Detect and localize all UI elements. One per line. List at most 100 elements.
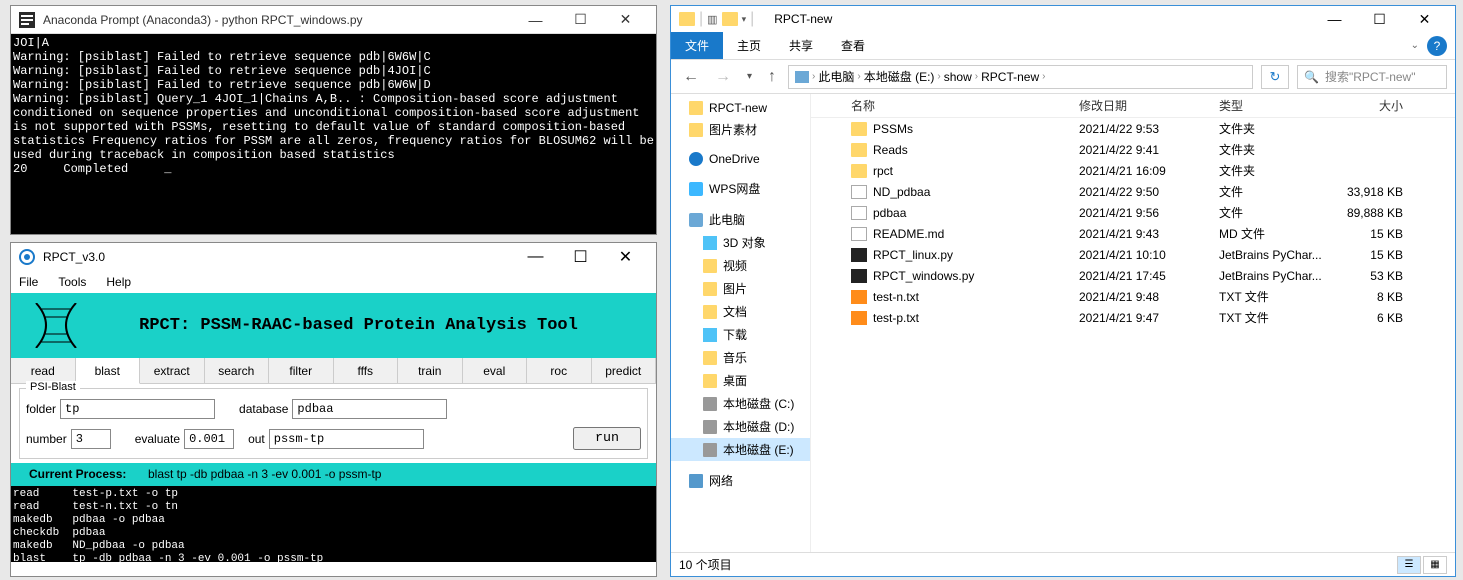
sidebar-item[interactable]: 本地磁盘 (E:) [671, 438, 810, 461]
chevron-right-icon[interactable]: › [1042, 71, 1045, 82]
folder-icon[interactable] [722, 12, 738, 26]
folder-input[interactable] [60, 399, 215, 419]
file-row[interactable]: test-p.txt2021/4/21 9:47TXT 文件6 KB [811, 307, 1455, 328]
tab-roc[interactable]: roc [527, 358, 592, 383]
terminal-title: Anaconda Prompt (Anaconda3) - python RPC… [43, 13, 513, 27]
file-row[interactable]: Reads2021/4/22 9:41文件夹 [811, 139, 1455, 160]
sidebar-item[interactable]: 本地磁盘 (C:) [671, 392, 810, 415]
menu-help[interactable]: Help [106, 275, 131, 289]
terminal-output[interactable]: JOI|A Warning: [psiblast] Failed to retr… [11, 34, 656, 234]
breadcrumb-segment[interactable]: RPCT-new [981, 70, 1039, 84]
breadcrumb-segment[interactable]: 此电脑 [818, 68, 854, 85]
tab-search[interactable]: search [205, 358, 270, 383]
database-input[interactable] [292, 399, 447, 419]
ribbon-view-tab[interactable]: 查看 [827, 32, 879, 59]
sidebar-item[interactable]: 桌面 [671, 369, 810, 392]
file-row[interactable]: ND_pdbaa2021/4/22 9:50文件33,918 KB [811, 181, 1455, 202]
sidebar-item[interactable]: 下载 [671, 323, 810, 346]
anaconda-terminal-window: Anaconda Prompt (Anaconda3) - python RPC… [10, 5, 657, 235]
file-row[interactable]: RPCT_windows.py2021/4/21 17:45JetBrains … [811, 265, 1455, 286]
breadcrumb-segment[interactable]: show [944, 70, 972, 84]
number-input[interactable] [71, 429, 111, 449]
evaluate-input[interactable] [184, 429, 234, 449]
file-row[interactable]: pdbaa2021/4/21 9:56文件89,888 KB [811, 202, 1455, 223]
sidebar-item[interactable]: 文档 [671, 300, 810, 323]
file-row[interactable]: RPCT_linux.py2021/4/21 10:10JetBrains Py… [811, 244, 1455, 265]
qat-dropdown-icon[interactable]: ▾ [742, 14, 747, 25]
file-name: README.md [873, 227, 944, 241]
chevron-right-icon[interactable]: › [857, 71, 860, 82]
file-row[interactable]: test-n.txt2021/4/21 9:48TXT 文件8 KB [811, 286, 1455, 307]
folder-icon [703, 259, 717, 273]
col-name-header[interactable]: 名称 [811, 97, 1071, 114]
help-button[interactable]: ? [1427, 36, 1447, 56]
chevron-right-icon[interactable]: › [812, 71, 815, 82]
file-row[interactable]: README.md2021/4/21 9:43MD 文件15 KB [811, 223, 1455, 244]
maximize-button[interactable]: ☐ [558, 243, 603, 271]
icons-view-button[interactable]: ▦ [1423, 556, 1447, 574]
rpct-log[interactable]: read test-p.txt -o tp read test-n.txt -o… [11, 486, 656, 562]
ribbon-expand-icon[interactable]: ⌄ [1411, 40, 1419, 51]
menu-file[interactable]: File [19, 275, 38, 289]
file-row[interactable]: PSSMs2021/4/22 9:53文件夹 [811, 118, 1455, 139]
sidebar-item[interactable]: 图片 [671, 277, 810, 300]
rpct-banner: RPCT: PSSM-RAAC-based Protein Analysis T… [11, 293, 656, 358]
tab-filter[interactable]: filter [269, 358, 334, 383]
maximize-button[interactable]: ☐ [558, 6, 603, 34]
forward-button[interactable]: → [711, 68, 735, 86]
sidebar-item[interactable]: 音乐 [671, 346, 810, 369]
sidebar-item[interactable]: 视频 [671, 254, 810, 277]
sidebar-item[interactable]: RPCT-new [671, 98, 810, 118]
chevron-right-icon[interactable]: › [937, 71, 940, 82]
minimize-button[interactable]: — [1312, 6, 1357, 32]
breadcrumb-segment[interactable]: 本地磁盘 (E:) [864, 68, 935, 85]
tab-predict[interactable]: predict [592, 358, 657, 383]
minimize-button[interactable]: — [513, 243, 558, 271]
tab-read[interactable]: read [11, 358, 76, 383]
tab-fffs[interactable]: fffs [334, 358, 399, 383]
file-size: 53 KB [1331, 269, 1411, 283]
close-button[interactable]: ✕ [603, 243, 648, 271]
tab-train[interactable]: train [398, 358, 463, 383]
sidebar-item[interactable]: 图片素材 [671, 118, 810, 141]
search-box[interactable]: 🔍 搜索"RPCT-new" [1297, 65, 1447, 89]
sidebar-item[interactable]: OneDrive [671, 149, 810, 169]
minimize-button[interactable]: — [513, 6, 558, 34]
col-type-header[interactable]: 类型 [1211, 97, 1331, 114]
ribbon-home-tab[interactable]: 主页 [723, 32, 775, 59]
refresh-button[interactable]: ↻ [1261, 65, 1289, 89]
sidebar-item[interactable]: 本地磁盘 (D:) [671, 415, 810, 438]
maximize-button[interactable]: ☐ [1357, 6, 1402, 32]
sidebar-item[interactable]: WPS网盘 [671, 177, 810, 200]
details-view-button[interactable]: ☰ [1397, 556, 1421, 574]
col-size-header[interactable]: 大小 [1331, 97, 1411, 114]
back-button[interactable]: ← [679, 68, 703, 86]
file-row[interactable]: rpct2021/4/21 16:09文件夹 [811, 160, 1455, 181]
cube-icon [703, 236, 717, 250]
explorer-file-pane[interactable]: 名称 修改日期 类型 大小 PSSMs2021/4/22 9:53文件夹Read… [811, 94, 1455, 552]
ribbon-share-tab[interactable]: 共享 [775, 32, 827, 59]
col-date-header[interactable]: 修改日期 [1071, 97, 1211, 114]
close-button[interactable]: ✕ [1402, 6, 1447, 32]
run-button[interactable]: run [573, 427, 641, 450]
sidebar-item[interactable]: 此电脑 [671, 208, 810, 231]
tab-eval[interactable]: eval [463, 358, 528, 383]
out-input[interactable] [269, 429, 424, 449]
up-button[interactable]: ↑ [764, 68, 780, 86]
ribbon-file-tab[interactable]: 文件 [671, 32, 723, 59]
item-count: 10 个项目 [679, 556, 732, 573]
sidebar-item-label: OneDrive [709, 152, 760, 166]
tab-extract[interactable]: extract [140, 358, 205, 383]
rpct-titlebar: RPCT_v3.0 — ☐ ✕ [11, 243, 656, 271]
file-type: JetBrains PyChar... [1211, 269, 1331, 283]
menu-tools[interactable]: Tools [58, 275, 86, 289]
recent-dropdown-icon[interactable]: ▾ [743, 71, 756, 82]
sidebar-item[interactable]: 网络 [671, 469, 810, 492]
chevron-right-icon[interactable]: › [975, 71, 978, 82]
qat-properties-icon[interactable]: ▥ [707, 13, 717, 26]
sidebar-item[interactable]: 3D 对象 [671, 231, 810, 254]
close-button[interactable]: ✕ [603, 6, 648, 34]
tab-blast[interactable]: blast [76, 358, 141, 384]
breadcrumb[interactable]: › 此电脑›本地磁盘 (E:)›show›RPCT-new› [788, 65, 1253, 89]
explorer-sidebar[interactable]: RPCT-new图片素材 OneDrive WPS网盘此电脑3D 对象视频图片文档下… [671, 94, 811, 552]
